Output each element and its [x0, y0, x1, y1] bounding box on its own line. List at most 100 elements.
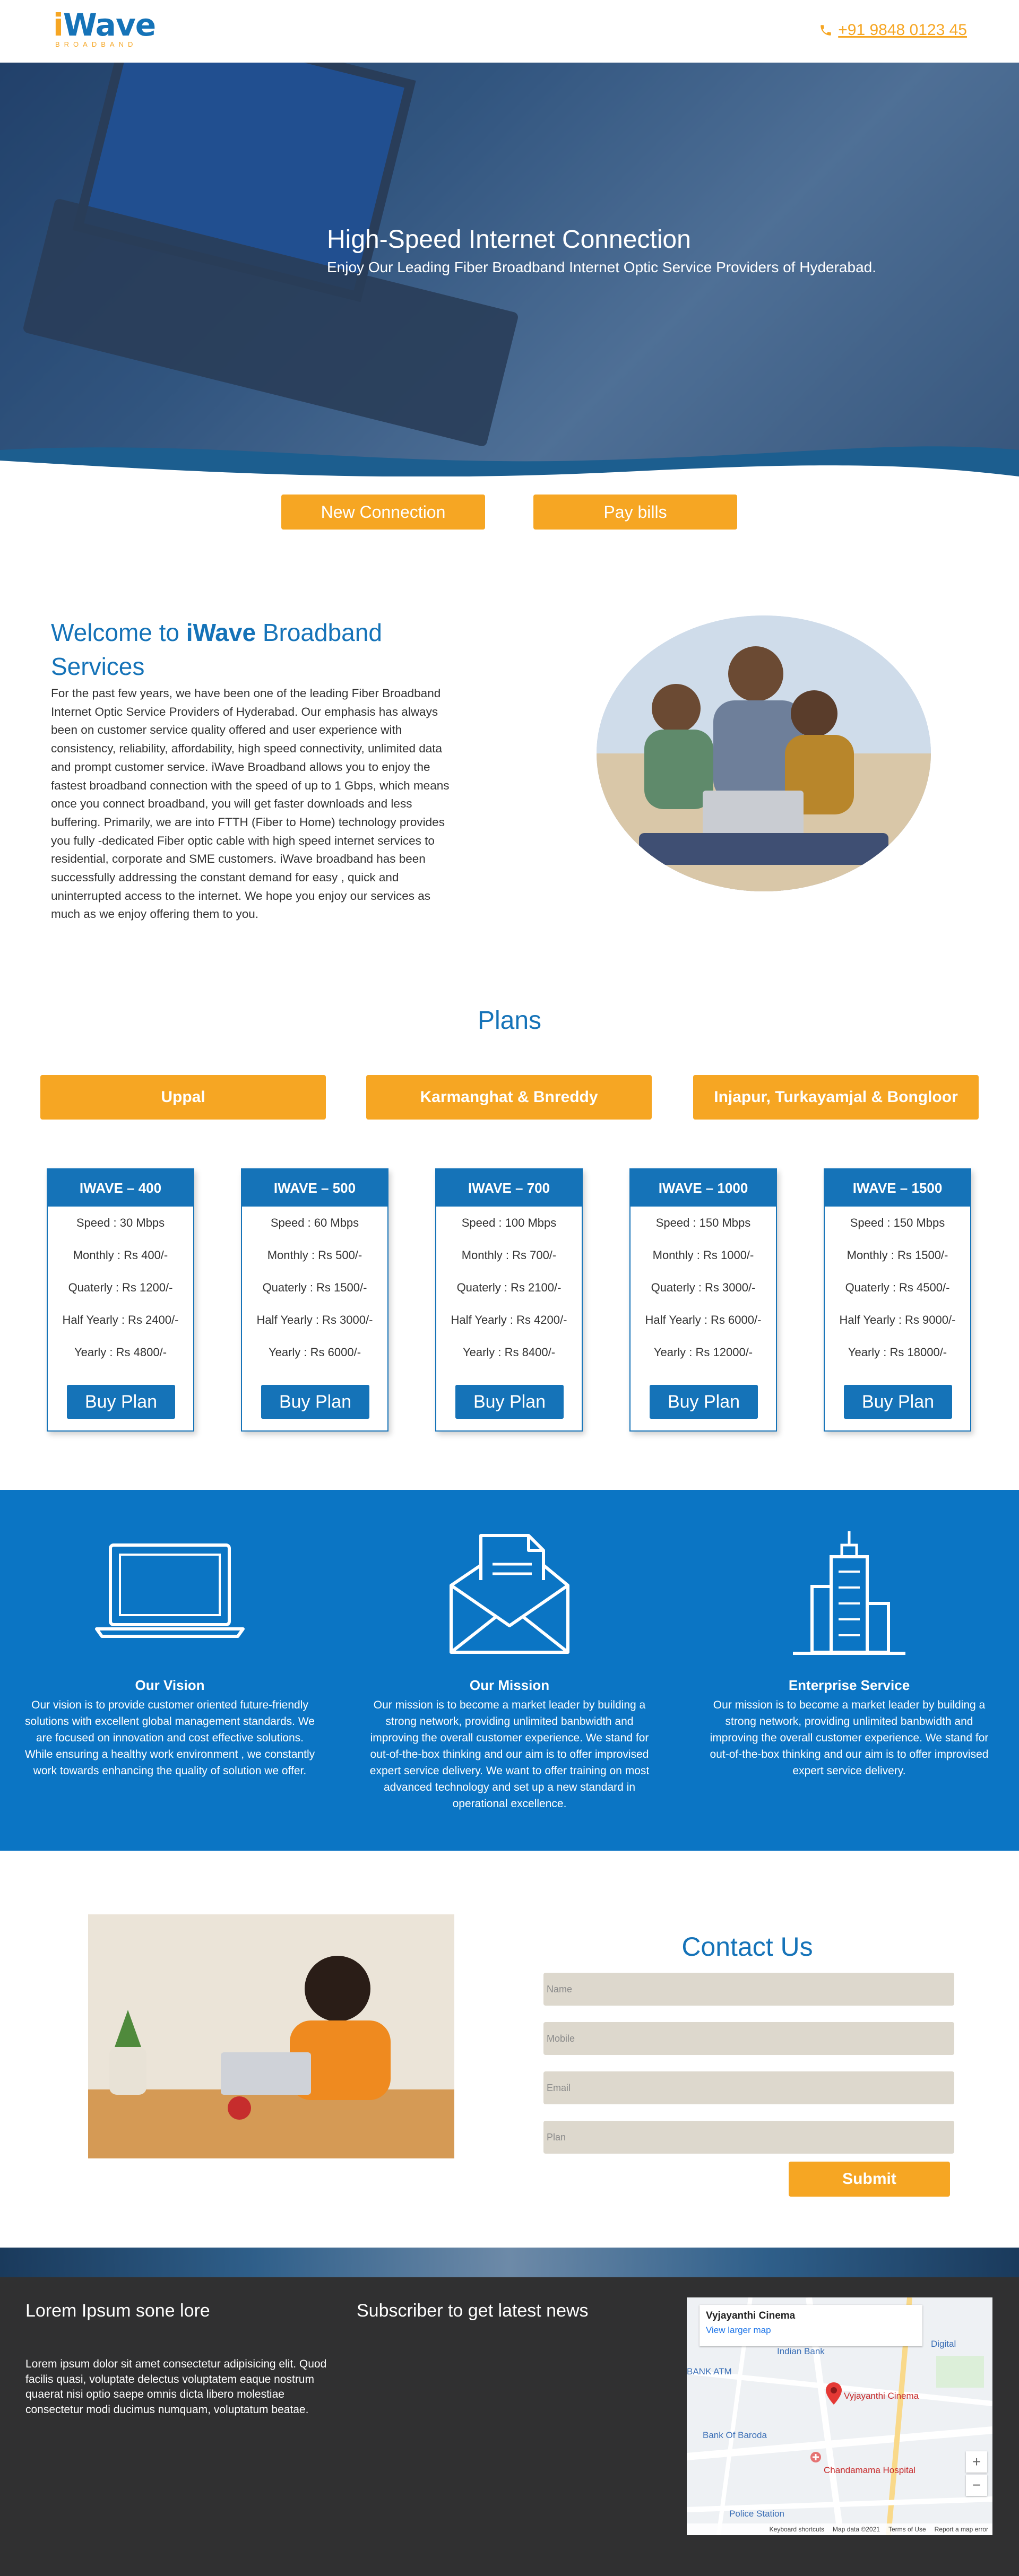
map-zoom-in-button[interactable]: +: [966, 2451, 987, 2473]
plan-monthly: Monthly : Rs 400/-: [73, 1248, 168, 1262]
area-tab-injapur[interactable]: Injapur, Turkayamjal & Bongloor: [693, 1075, 979, 1120]
plan-half-yearly: Half Yearly : Rs 2400/-: [62, 1313, 179, 1326]
map-place-card: Vyjayanthi Cinema View larger map: [700, 2305, 922, 2346]
plan-yearly: Yearly : Rs 12000/-: [653, 1345, 753, 1359]
plan-name: IWAVE – 400: [48, 1169, 193, 1207]
map-report-link[interactable]: Report a map error: [935, 2526, 988, 2533]
vision-text: Our vision is to provide customer orient…: [24, 1699, 315, 1777]
mission-text: Our mission is to become a market leader…: [369, 1699, 650, 1810]
plan-card: IWAVE – 700 Speed : 100 Mbps Monthly : R…: [435, 1168, 583, 1432]
plan-speed: Speed : 60 Mbps: [270, 1216, 359, 1229]
phone-icon: [821, 25, 831, 36]
hero-banner: High-Speed Internet Connection Enjoy Our…: [0, 63, 1019, 476]
area-tab-uppal[interactable]: Uppal: [40, 1075, 326, 1120]
family-laptop-photo: [597, 615, 931, 891]
pay-bills-button[interactable]: Pay bills: [533, 495, 737, 530]
plan-half-yearly: Half Yearly : Rs 3000/-: [256, 1313, 373, 1326]
footer-about-title: Lorem Ipsum sone lore: [25, 2301, 210, 2321]
map-zoom-out-button[interactable]: −: [966, 2475, 987, 2496]
plan-monthly: Monthly : Rs 1000/-: [652, 1248, 754, 1262]
footer-image-strip: [0, 2248, 1019, 2277]
plan-card: IWAVE – 1000 Speed : 150 Mbps Monthly : …: [629, 1168, 777, 1432]
area-tab-karmanghat[interactable]: Karmanghat & Bnreddy: [366, 1075, 652, 1120]
plan-quarterly: Quaterly : Rs 3000/-: [651, 1280, 756, 1294]
plan-yearly: Yearly : Rs 4800/-: [74, 1345, 167, 1359]
buy-plan-button[interactable]: Buy Plan: [650, 1385, 758, 1419]
plan-half-yearly: Half Yearly : Rs 4200/-: [451, 1313, 567, 1326]
logo-letter-i: i: [53, 7, 64, 43]
plan-speed: Speed : 100 Mbps: [461, 1216, 557, 1229]
map-label-police: Police Station: [729, 2509, 784, 2519]
footer-newsletter-title: Subscriber to get latest news: [357, 2301, 589, 2321]
map-label-digital: Digital: [931, 2339, 956, 2349]
map-place-name: Vyjayanthi Cinema: [706, 2310, 796, 2321]
plan-yearly: Yearly : Rs 6000/-: [268, 1345, 361, 1359]
woman-illustration: [88, 1914, 454, 2158]
map-label-bank-of-baroda: Bank Of Baroda: [703, 2430, 767, 2440]
contact-title: Contact Us: [681, 1932, 813, 1962]
plan-speed: Speed : 150 Mbps: [655, 1216, 751, 1229]
building-icon: [793, 1531, 905, 1655]
enterprise-title: Enterprise Service: [788, 1677, 910, 1693]
plan-name: IWAVE – 1000: [631, 1169, 776, 1207]
enterprise-text: Our mission is to become a market leader…: [710, 1699, 989, 1777]
woman-laptop-photo: [88, 1914, 454, 2158]
buy-plan-button[interactable]: Buy Plan: [455, 1385, 564, 1419]
new-connection-button[interactable]: New Connection: [281, 495, 485, 530]
plan-name: IWAVE – 500: [242, 1169, 387, 1207]
map-attribution-bar: Keyboard shortcuts Map data ©2021 Terms …: [687, 2523, 992, 2535]
email-field[interactable]: Email: [543, 2071, 954, 2104]
envelope-icon: [450, 1534, 569, 1654]
map-keyboard-shortcuts[interactable]: Keyboard shortcuts: [770, 2526, 824, 2533]
plan-monthly: Monthly : Rs 500/-: [267, 1248, 362, 1262]
plan-half-yearly: Half Yearly : Rs 9000/-: [839, 1313, 956, 1326]
footer-about-text: Lorem ipsum dolor sit amet consectetur a…: [25, 2358, 327, 2416]
submit-button[interactable]: Submit: [789, 2162, 950, 2197]
hero-title: High-Speed Internet Connection: [327, 225, 691, 254]
buy-plan-button[interactable]: Buy Plan: [67, 1385, 175, 1419]
plan-quarterly: Quaterly : Rs 1500/-: [262, 1280, 367, 1294]
plan-card: IWAVE – 1500 Speed : 150 Mbps Monthly : …: [824, 1168, 971, 1432]
map-label-indian-bank: Indian Bank: [777, 2346, 825, 2356]
map-terms-link[interactable]: Terms of Use: [888, 2526, 926, 2533]
welcome-paragraph: For the past few years, we have been one…: [51, 687, 450, 921]
plan-name: IWAVE – 700: [436, 1169, 582, 1207]
phone-number: +91 9848 0123 45: [838, 21, 967, 39]
phone-link[interactable]: +91 9848 0123 45: [819, 21, 967, 39]
hero-wave-divider: [0, 446, 1019, 476]
plan-speed: Speed : 30 Mbps: [76, 1216, 165, 1229]
site-header: iWave BROADBAND +91 9848 0123 45: [0, 0, 1019, 63]
buy-plan-button[interactable]: Buy Plan: [261, 1385, 369, 1419]
plan-name: IWAVE – 1500: [825, 1169, 970, 1207]
mobile-field[interactable]: Mobile: [543, 2022, 954, 2055]
plan-yearly: Yearly : Rs 18000/-: [848, 1345, 947, 1359]
buy-plan-button[interactable]: Buy Plan: [844, 1385, 952, 1419]
welcome-title: Welcome to iWave Broadband Services: [51, 615, 454, 683]
plan-quarterly: Quaterly : Rs 4500/-: [845, 1280, 950, 1294]
map-view-larger-link[interactable]: View larger map: [706, 2325, 916, 2336]
plans-title: Plans: [477, 1007, 542, 1035]
hero-subtitle: Enjoy Our Leading Fiber Broadband Intern…: [327, 259, 877, 275]
name-field[interactable]: Name: [543, 1973, 954, 2006]
map-label-bank-atm: BANK ATM: [687, 2366, 732, 2376]
welcome-title-pre: Welcome to: [51, 619, 186, 646]
brand-logo[interactable]: iWave BROADBAND: [53, 8, 156, 48]
family-illustration: [597, 615, 931, 891]
map-label-hospital: Chandamama Hospital: [824, 2465, 916, 2475]
mission-title: Our Mission: [469, 1677, 550, 1693]
plan-card: IWAVE – 500 Speed : 60 Mbps Monthly : Rs…: [241, 1168, 388, 1432]
plan-field[interactable]: Plan: [543, 2121, 954, 2154]
map-label-cinema: Vyjayanthi Cinema: [844, 2391, 919, 2401]
plan-speed: Speed : 150 Mbps: [850, 1216, 945, 1229]
welcome-title-brand: iWave: [186, 619, 256, 646]
laptop-icon: [95, 1543, 245, 1638]
plan-yearly: Yearly : Rs 8400/-: [462, 1345, 556, 1359]
plan-half-yearly: Half Yearly : Rs 6000/-: [645, 1313, 762, 1326]
plan-card: IWAVE – 400 Speed : 30 Mbps Monthly : Rs…: [47, 1168, 194, 1432]
site-footer: Lorem Ipsum sone lore Lorem ipsum dolor …: [0, 2277, 1019, 2576]
location-map[interactable]: Vyjayanthi Cinema View larger map Digita…: [687, 2297, 992, 2535]
plan-monthly: Monthly : Rs 700/-: [461, 1248, 557, 1262]
map-data-credit: Map data ©2021: [833, 2526, 880, 2533]
vision-title: Our Vision: [135, 1677, 205, 1693]
logo-word-wave: Wave: [63, 7, 156, 43]
